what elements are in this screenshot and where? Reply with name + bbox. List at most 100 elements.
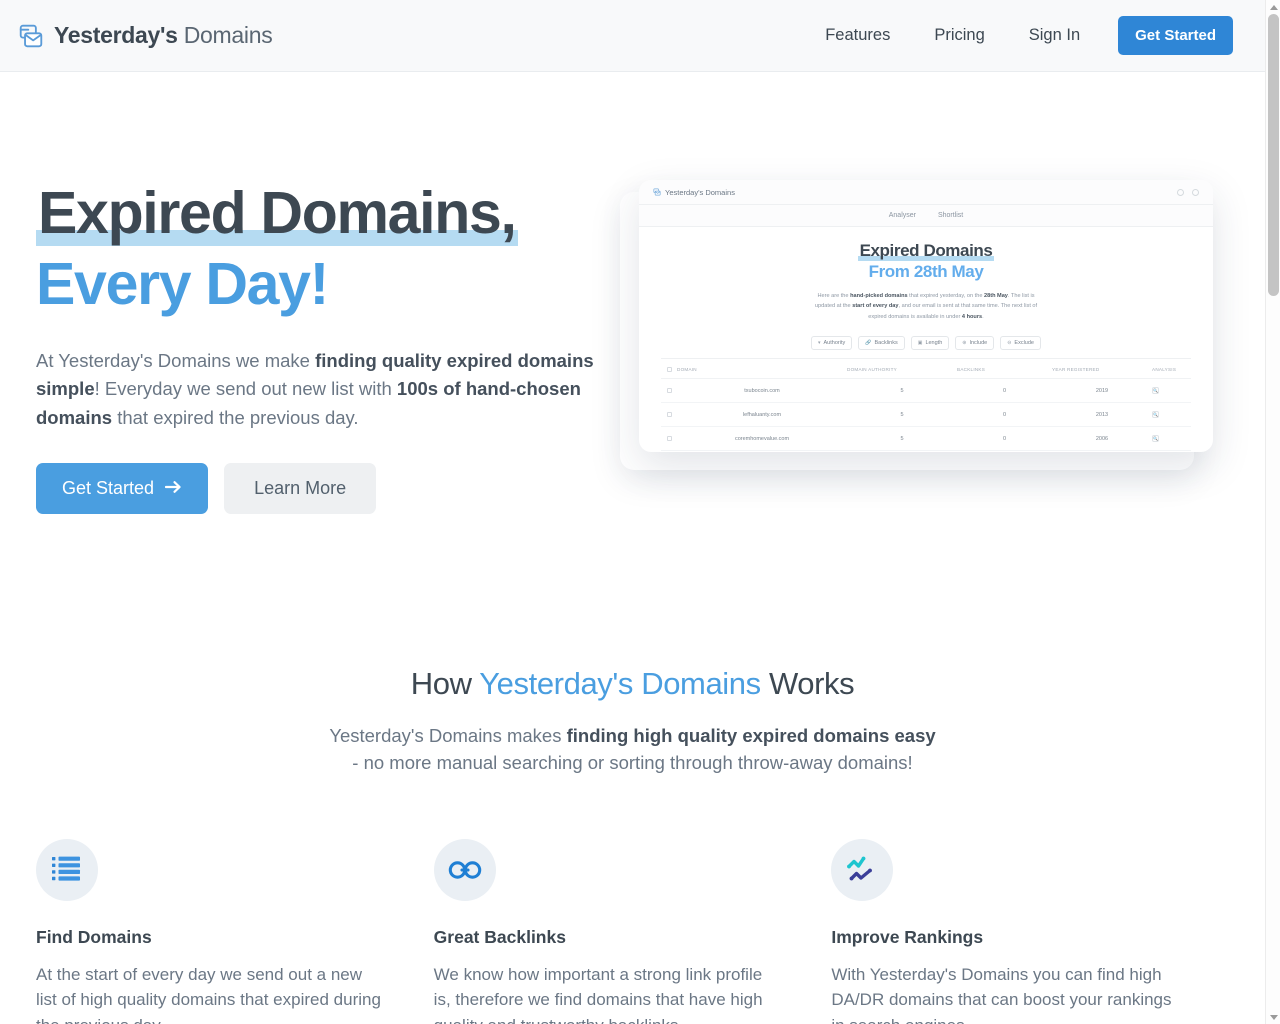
filter-exclude[interactable]: ⊖ Exclude xyxy=(1000,336,1041,351)
hero-section: Expired Domains, Every Day! At Yesterday… xyxy=(0,72,1265,515)
browser-scrollbar[interactable] xyxy=(1265,0,1280,1024)
header-analysis: ANALYSIS xyxy=(1152,361,1191,380)
filter-length[interactable]: ▣ Length xyxy=(910,336,950,351)
row-analysis[interactable]: 🔍 xyxy=(1152,402,1191,428)
filter-include[interactable]: ⊕ Include xyxy=(955,336,995,351)
feature-card-find-domains: Find Domains At the start of every day w… xyxy=(36,838,434,1024)
brand-logo[interactable]: Yesterday's Domains xyxy=(18,22,273,49)
preview-brand: Yesterday's Domains xyxy=(653,188,735,197)
page-root: Yesterday's Domains Features Pricing Sig… xyxy=(0,0,1280,1024)
preview-heading-wrap: Expired Domains xyxy=(661,241,1191,261)
mails-envelope-icon-small xyxy=(653,188,661,196)
chart-icon: ▾ xyxy=(818,340,821,347)
list-icon xyxy=(36,838,98,901)
row-domain[interactable]: coremhomevalue.com xyxy=(677,426,847,452)
header-select-all[interactable] xyxy=(661,361,677,380)
hero-actions: Get Started Learn More xyxy=(36,463,600,515)
checkbox-icon[interactable] xyxy=(667,367,672,373)
arrow-right-icon xyxy=(164,478,182,499)
magnifier-icon[interactable]: 🔍 xyxy=(1152,411,1159,419)
filter-backlinks-label: Backlinks xyxy=(874,340,898,347)
preview-tabs: Analyser Shortlist xyxy=(639,205,1213,227)
help-circle-icon xyxy=(1177,188,1184,196)
works-title-accent: Yesterday's Domains xyxy=(479,666,761,702)
checkbox-icon[interactable] xyxy=(667,388,672,394)
preview-topbar: Yesterday's Domains xyxy=(639,180,1213,205)
row-year: 2014 xyxy=(1052,450,1152,452)
row-checkbox-cell[interactable] xyxy=(661,450,677,452)
how-it-works-title: How Yesterday's Domains Works xyxy=(40,666,1225,702)
hero-title-line-2: Every Day! xyxy=(36,251,329,318)
row-checkbox-cell[interactable] xyxy=(661,378,677,404)
user-circle-icon xyxy=(1192,188,1199,196)
filter-authority[interactable]: ▾ Authority xyxy=(811,336,853,351)
infinity-link-icon xyxy=(433,838,496,901)
preview-body: Expired Domains From 28th May Here are t… xyxy=(639,227,1213,452)
how-it-works-section: How Yesterday's Domains Works Yesterday'… xyxy=(0,666,1265,777)
table-header-row: DOMAIN DOMAIN AUTHORITY BACKLINKS YEAR R… xyxy=(661,361,1191,380)
feature-card-great-backlinks: Great Backlinks We know how important a … xyxy=(433,838,832,1024)
preview-filter-bar: ▾ Authority 🔗 Backlinks ▣ Length ⊕ Inclu… xyxy=(661,336,1191,360)
link-icon: 🔗 xyxy=(865,340,872,347)
magnifier-icon[interactable]: 🔍 xyxy=(1152,387,1159,395)
header-backlinks[interactable]: BACKLINKS xyxy=(957,361,1052,380)
preview-tab-analyser[interactable]: Analyser xyxy=(889,212,916,219)
browser-viewport: Yesterday's Domains Features Pricing Sig… xyxy=(0,0,1265,1024)
header-domain[interactable]: DOMAIN xyxy=(677,361,847,380)
hero-title-line-1: Expired Domains, xyxy=(36,180,518,246)
row-analysis[interactable]: 🔍 xyxy=(1152,378,1191,404)
header-domain-authority[interactable]: DOMAIN AUTHORITY xyxy=(847,361,957,380)
header-year-registered[interactable]: YEAR REGISTERED xyxy=(1052,361,1152,380)
works-title-post: Works xyxy=(760,666,855,702)
feature-text: At the start of every day we send out a … xyxy=(36,964,381,1024)
row-domain[interactable]: lefhaluanty.com xyxy=(677,402,847,428)
features-section: Find Domains At the start of every day w… xyxy=(0,838,1265,1024)
nav-link-pricing[interactable]: Pricing xyxy=(912,18,1006,53)
table-body: txubocoin.com 5 0 2019 🔍 lefhaluanty.com xyxy=(661,378,1191,452)
feature-card-improve-rankings: Improve Rankings With Yesterday's Domain… xyxy=(831,838,1229,1024)
magnifier-icon[interactable]: 🔍 xyxy=(1152,435,1159,443)
row-analysis[interactable]: 🔍 xyxy=(1152,450,1191,452)
table-row: condrianialwifi.com 5 0 2014 🔍 xyxy=(661,450,1191,452)
preview-paragraph: Here are the hand-picked domains that ex… xyxy=(814,293,1038,320)
site-header: Yesterday's Domains Features Pricing Sig… xyxy=(0,0,1265,72)
row-year: 2019 xyxy=(1052,378,1152,404)
mails-envelope-icon xyxy=(18,23,44,49)
ruler-icon: ▣ xyxy=(917,340,923,347)
scrollbar-thumb[interactable] xyxy=(1268,14,1279,296)
hero-title: Expired Domains, Every Day! xyxy=(36,180,600,319)
row-checkbox-cell[interactable] xyxy=(661,426,677,452)
brand-text-strong: Yesterday's xyxy=(54,22,178,48)
nav-link-sign-in[interactable]: Sign In xyxy=(1007,18,1102,53)
row-authority: 5 xyxy=(847,426,957,452)
feature-title: Find Domains xyxy=(36,926,152,947)
row-backlinks: 0 xyxy=(957,402,1052,428)
get-started-button-hero[interactable]: Get Started xyxy=(36,463,209,515)
preview-tab-shortlist[interactable]: Shortlist xyxy=(938,212,963,219)
preview-brand-text: Yesterday's Domains xyxy=(665,187,735,197)
checkbox-icon[interactable] xyxy=(667,436,672,442)
feature-text: We know how important a strong link prof… xyxy=(433,964,763,1024)
filter-backlinks[interactable]: 🔗 Backlinks xyxy=(858,336,905,351)
minus-circle-icon: ⊖ xyxy=(1007,340,1012,347)
row-domain[interactable]: txubocoin.com xyxy=(677,378,847,404)
scrollbar-down-arrow-icon[interactable] xyxy=(1266,1010,1280,1024)
scrollbar-up-arrow-icon[interactable] xyxy=(1266,0,1280,14)
row-domain[interactable]: condrianialwifi.com xyxy=(677,450,847,452)
table-head: DOMAIN DOMAIN AUTHORITY BACKLINKS YEAR R… xyxy=(661,361,1191,380)
feature-title: Improve Rankings xyxy=(831,926,984,947)
get-started-button-header[interactable]: Get Started xyxy=(1118,16,1233,55)
row-authority: 5 xyxy=(847,378,957,404)
row-authority: 5 xyxy=(847,402,957,428)
row-checkbox-cell[interactable] xyxy=(661,402,677,428)
learn-more-button[interactable]: Learn More xyxy=(224,463,377,515)
nav-link-features[interactable]: Features xyxy=(803,18,912,53)
filter-length-label: Length xyxy=(925,340,943,347)
row-analysis[interactable]: 🔍 xyxy=(1152,426,1191,452)
table-row: lefhaluanty.com 5 0 2013 🔍 xyxy=(661,402,1191,428)
preview-subheading: From 28th May xyxy=(868,262,984,281)
filter-authority-label: Authority xyxy=(823,340,846,347)
row-authority: 5 xyxy=(847,450,957,452)
checkbox-icon[interactable] xyxy=(667,412,672,418)
row-year: 2006 xyxy=(1052,426,1152,452)
